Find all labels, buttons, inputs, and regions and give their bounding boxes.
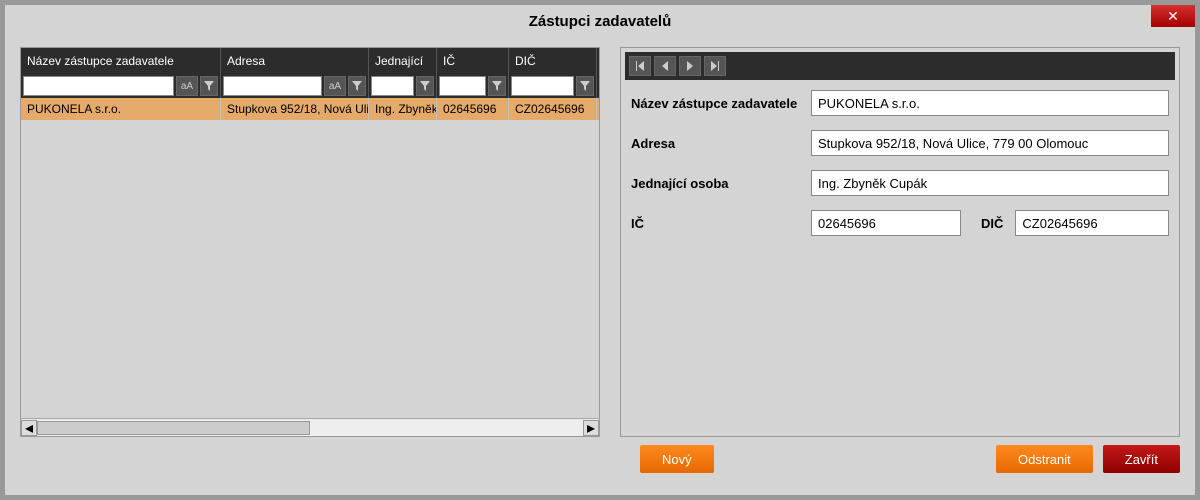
scroll-track[interactable] [37, 420, 583, 436]
nav-next-icon[interactable] [679, 56, 701, 76]
content-area: Název zástupce zadavatele Adresa Jednají… [5, 37, 1195, 437]
horizontal-scrollbar[interactable]: ◂ ▸ [21, 418, 599, 436]
case-toggle-address[interactable]: aA [324, 76, 346, 96]
case-toggle-name[interactable]: aA [176, 76, 198, 96]
input-address[interactable] [811, 130, 1169, 156]
filter-icon-ic[interactable] [488, 76, 506, 96]
cell-address: Stupkova 952/18, Nová Ulice [221, 98, 369, 120]
cell-ic: 02645696 [437, 98, 509, 120]
col-header-dic[interactable]: DIČ [509, 48, 597, 74]
label-name: Název zástupce zadavatele [631, 96, 811, 111]
button-bar: Nový Odstranit Zavřít [5, 437, 1195, 473]
col-header-address[interactable]: Adresa [221, 48, 369, 74]
filter-name-input[interactable] [23, 76, 174, 96]
table-row[interactable]: PUKONELA s.r.o. Stupkova 952/18, Nová Ul… [21, 98, 599, 120]
filter-address-input[interactable] [223, 76, 322, 96]
filter-icon-acting[interactable] [416, 76, 434, 96]
delete-button[interactable]: Odstranit [996, 445, 1093, 473]
cell-name: PUKONELA s.r.o. [21, 98, 221, 120]
label-person: Jednající osoba [631, 176, 811, 191]
scroll-right-icon[interactable]: ▸ [583, 420, 599, 436]
new-button[interactable]: Nový [640, 445, 714, 473]
cell-dic: CZ02645696 [509, 98, 597, 120]
table-body: PUKONELA s.r.o. Stupkova 952/18, Nová Ul… [21, 98, 599, 418]
label-address: Adresa [631, 136, 811, 151]
filter-row: aA aA [21, 74, 599, 98]
close-icon[interactable]: ✕ [1151, 5, 1195, 27]
input-ic[interactable] [811, 210, 961, 236]
nav-prev-icon[interactable] [654, 56, 676, 76]
record-nav [625, 52, 1175, 80]
filter-icon-name[interactable] [200, 76, 218, 96]
scroll-left-icon[interactable]: ◂ [21, 420, 37, 436]
filter-ic-input[interactable] [439, 76, 486, 96]
table-header: Název zástupce zadavatele Adresa Jednají… [21, 48, 599, 74]
col-header-acting[interactable]: Jednající [369, 48, 437, 74]
detail-panel: Název zástupce zadavatele Adresa Jednají… [620, 47, 1180, 437]
label-dic: DIČ [981, 216, 1003, 231]
nav-last-icon[interactable] [704, 56, 726, 76]
close-button[interactable]: Zavřít [1103, 445, 1180, 473]
label-ic: IČ [631, 216, 811, 231]
dialog-title: Zástupci zadavatelů [529, 13, 672, 30]
detail-form: Název zástupce zadavatele Adresa Jednají… [621, 84, 1179, 256]
input-dic[interactable] [1015, 210, 1169, 236]
filter-acting-input[interactable] [371, 76, 414, 96]
col-header-ic[interactable]: IČ [437, 48, 509, 74]
input-person[interactable] [811, 170, 1169, 196]
nav-first-icon[interactable] [629, 56, 651, 76]
grid-panel: Název zástupce zadavatele Adresa Jednají… [20, 47, 600, 437]
title-bar: Zástupci zadavatelů ✕ [5, 5, 1195, 37]
scroll-thumb[interactable] [37, 421, 310, 435]
filter-icon-address[interactable] [348, 76, 366, 96]
col-header-name[interactable]: Název zástupce zadavatele [21, 48, 221, 74]
filter-icon-dic[interactable] [576, 76, 594, 96]
cell-acting: Ing. Zbyněk C [369, 98, 437, 120]
input-name[interactable] [811, 90, 1169, 116]
filter-dic-input[interactable] [511, 76, 574, 96]
